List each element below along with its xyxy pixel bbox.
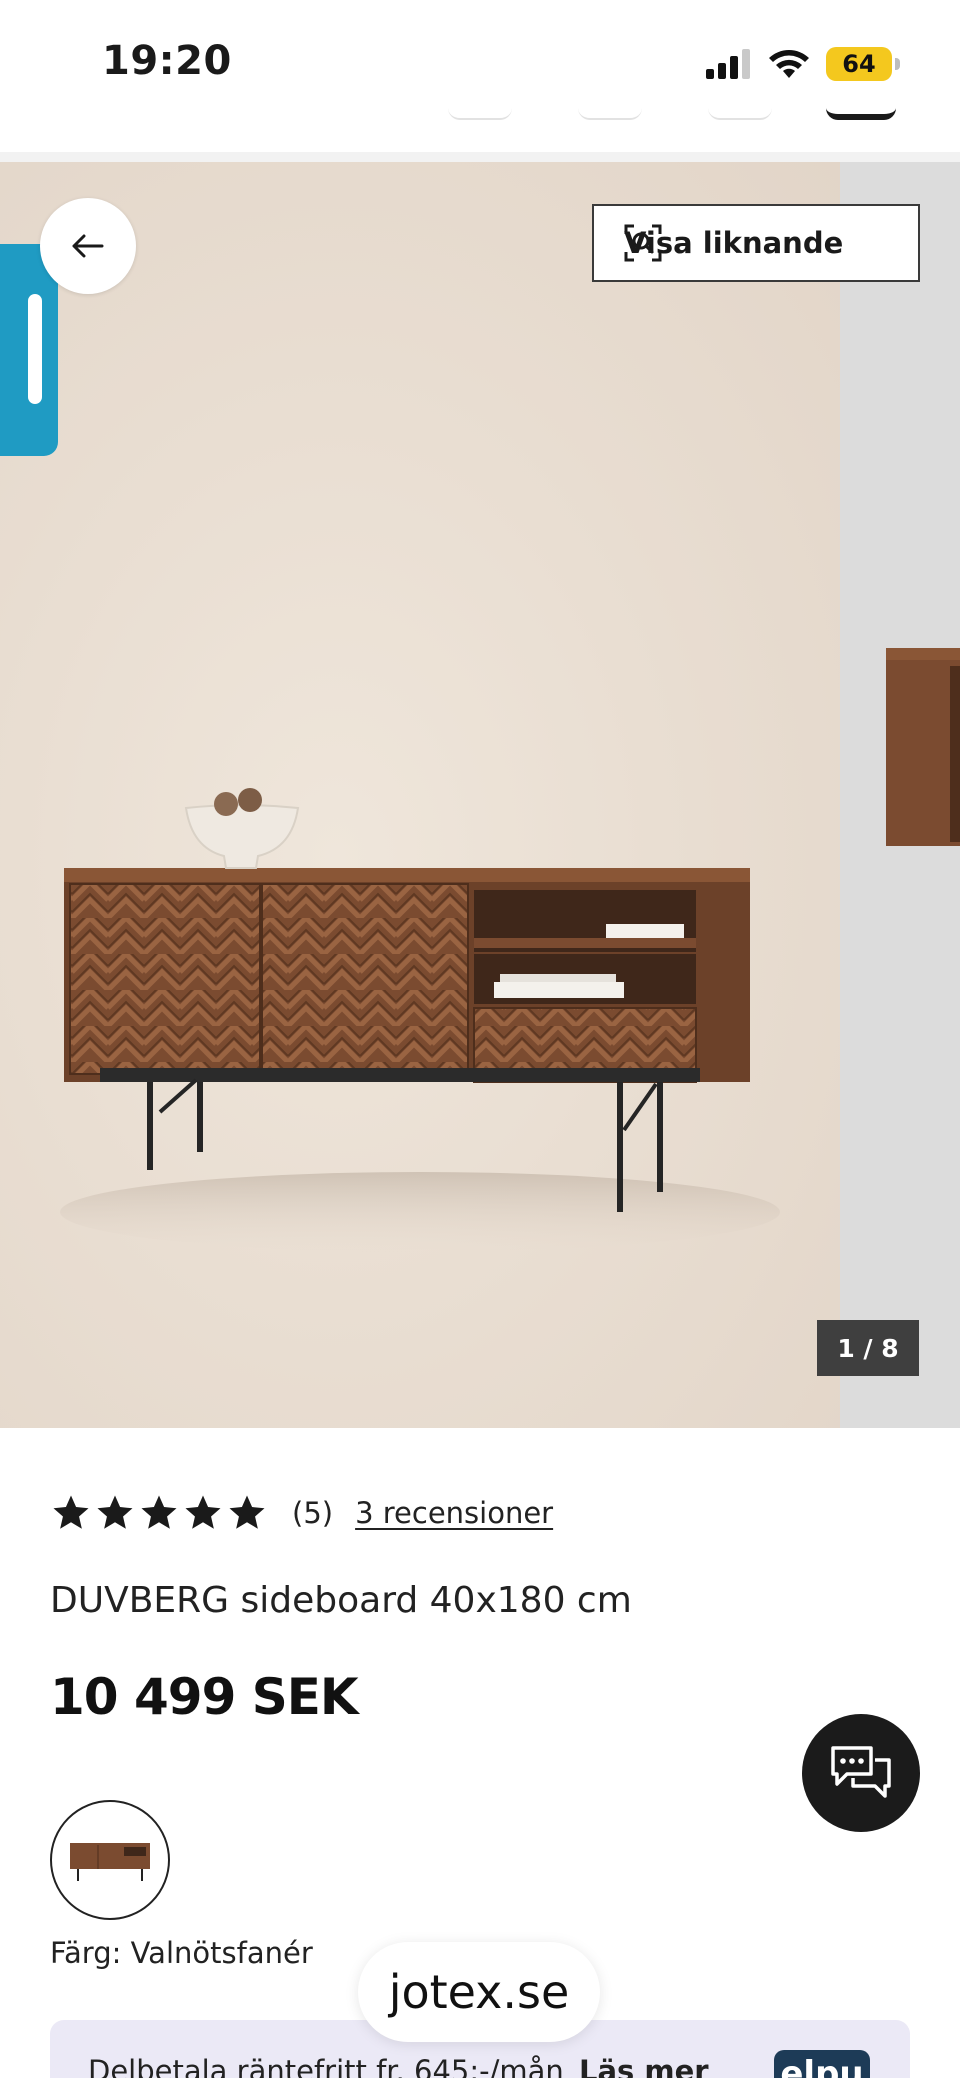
status-icons: 64 [706,42,900,86]
color-swatch-walnut[interactable] [50,1800,170,1920]
chat-bubbles-icon [831,1746,891,1798]
color-label: Färg: Valnötsfanér [50,1936,313,1970]
header-peek [0,108,960,122]
battery-indicator: 64 [826,47,900,81]
back-button[interactable] [40,198,136,294]
star-icon [97,1495,133,1529]
feedback-tab-handle [28,294,42,404]
product-image[interactable]: Visa liknande [0,162,920,1428]
financing-read-more-link[interactable]: Läs mer [579,2054,709,2078]
signal-icon [706,49,750,79]
product-title: DUVBERG sideboard 40x180 cm [50,1580,632,1621]
image-counter: 1 / 8 [817,1320,919,1376]
battery-level: 64 [842,50,876,78]
sideboard-illustration [60,788,780,1252]
financing-description: Delbetala räntefritt fr. 645:-/mån [88,2054,564,2078]
sideboard-thumbnail [70,1843,150,1881]
image-gallery[interactable]: Visa liknande 1 / 8 [0,162,960,1428]
next-image-thumbnail [886,648,960,846]
status-time: 19:20 [102,38,232,84]
financing-logo: elpu [774,2050,870,2078]
header-divider [0,152,960,162]
feedback-tab[interactable] [0,244,58,456]
scan-search-icon [624,224,662,262]
financing-text: Delbetala räntefritt fr. 645:-/mån Läs m… [88,2054,709,2078]
star-icon [141,1495,177,1529]
star-icon [229,1495,265,1529]
arrow-left-icon [72,234,104,258]
star-rating [50,1492,268,1534]
star-icon [185,1495,221,1529]
similar-products-button[interactable]: Visa liknande [592,204,920,282]
rating-row: (5) 3 recensioner [50,1490,553,1536]
wifi-icon [769,50,809,78]
product-price: 10 499 SEK [50,1668,359,1726]
status-bar: 19:20 64 [0,0,960,120]
reviews-link[interactable]: 3 recensioner [355,1496,553,1530]
product-page: 19:20 64 Visa liknande 1 / 8 (5) 3 recen… [0,0,960,2078]
next-image-peek[interactable] [840,162,960,1428]
chat-button[interactable] [802,1714,920,1832]
star-icon [53,1495,89,1529]
site-domain-pill[interactable]: jotex.se [358,1942,600,2042]
rating-count: (5) [292,1496,334,1530]
